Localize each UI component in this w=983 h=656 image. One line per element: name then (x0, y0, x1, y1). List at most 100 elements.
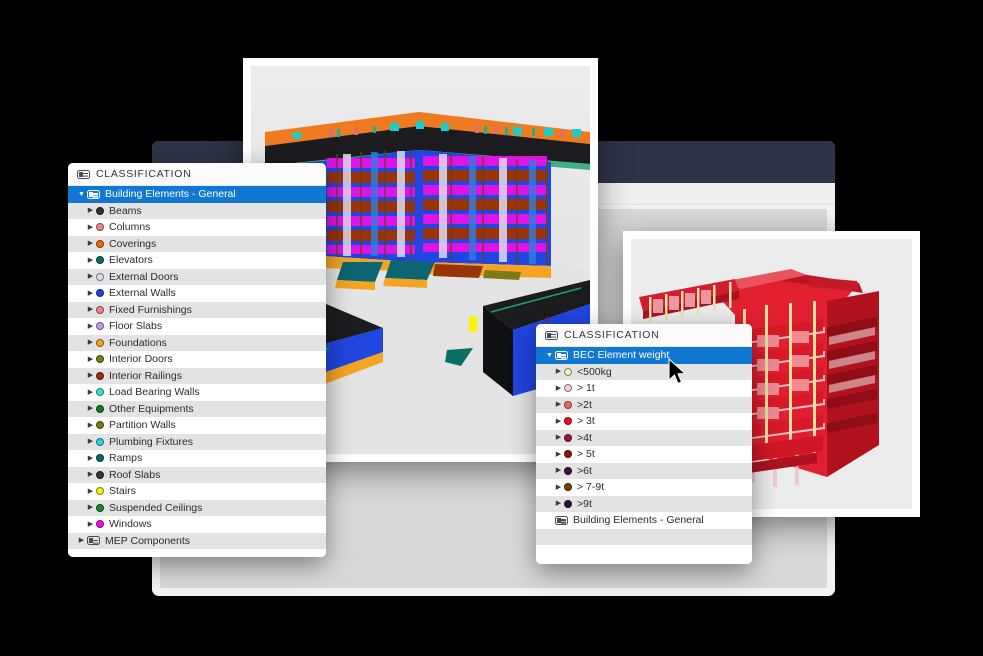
classification-row[interactable]: ▶ Windows (68, 516, 326, 533)
color-swatch-icon (564, 450, 572, 459)
twisty-right-icon[interactable]: ▶ (553, 451, 564, 458)
twisty-right-icon[interactable]: ▶ (85, 356, 96, 363)
color-swatch-icon (564, 483, 572, 492)
classification-row[interactable]: ▶ MEP Components (68, 532, 326, 549)
twisty-right-icon[interactable]: ▶ (553, 401, 564, 408)
twisty-right-icon[interactable]: ▶ (85, 339, 96, 346)
twisty-right-icon[interactable]: ▶ (85, 455, 96, 462)
twisty-right-icon[interactable]: ▶ (85, 471, 96, 478)
twisty-down-icon[interactable]: ▼ (544, 352, 555, 359)
classification-set-icon (77, 169, 90, 179)
color-swatch-icon (96, 520, 104, 529)
twisty-right-icon[interactable]: ▶ (85, 323, 96, 330)
classification-row[interactable]: ▶ Columns (68, 219, 326, 236)
twisty-right-icon[interactable]: ▶ (76, 537, 87, 544)
twisty-right-icon[interactable]: ▶ (85, 224, 96, 231)
panel-title: CLASSIFICATION (96, 168, 192, 180)
classification-row-label: External Doors (109, 270, 179, 283)
twisty-right-icon[interactable]: ▶ (85, 240, 96, 247)
twisty-right-icon[interactable]: ▶ (85, 521, 96, 528)
classification-row[interactable]: ▶ Partition Walls (68, 417, 326, 434)
classification-row-label: Interior Doors (109, 353, 173, 365)
twisty-right-icon[interactable]: ▶ (553, 484, 564, 491)
twisty-right-icon[interactable]: ▶ (85, 389, 96, 396)
classification-row[interactable]: ▶ > 5t (536, 446, 752, 463)
classification-row[interactable]: ▶ Interior Railings (68, 367, 326, 384)
classification-row[interactable]: ▶ <500kg (536, 363, 752, 380)
panel-header-left: CLASSIFICATION (68, 163, 326, 186)
classification-set-icon (545, 330, 558, 340)
color-swatch-icon (96, 256, 104, 265)
classification-row[interactable]: ▶ Other Equipments (68, 400, 326, 417)
panel-empty-area-left (68, 549, 326, 557)
classification-panel-right[interactable]: CLASSIFICATION ▼ BEC Element weight ▶ <500k… (536, 324, 752, 564)
twisty-down-icon[interactable]: ▼ (76, 191, 87, 198)
classification-row[interactable]: ▶Building Elements - General (536, 512, 752, 529)
classification-row-label: Columns (109, 221, 151, 233)
classification-row[interactable]: ▼ BEC Element weight (536, 347, 752, 364)
classification-row[interactable]: ▶ > 3t (536, 413, 752, 430)
classification-row-label: Partition Walls (109, 419, 176, 431)
classification-row[interactable]: ▶ >9t (536, 495, 752, 512)
classification-row[interactable]: ▶ >4t (536, 429, 752, 446)
classification-row[interactable]: ▶ Ramps (68, 450, 326, 467)
classification-row[interactable]: ▶ Foundations (68, 334, 326, 351)
empty-strip (536, 528, 752, 545)
twisty-right-icon[interactable]: ▶ (85, 273, 96, 280)
twisty-right-icon[interactable]: ▶ (85, 488, 96, 495)
classification-tree-left[interactable]: ▼ Building Elements - General ▶ Beams ▶ Colum… (68, 186, 326, 549)
classification-row[interactable]: ▶ Stairs (68, 483, 326, 500)
twisty-right-icon[interactable]: ▶ (553, 368, 564, 375)
twisty-right-icon[interactable]: ▶ (85, 207, 96, 214)
color-swatch-icon (564, 417, 572, 426)
classification-row-label: Other Equipments (109, 402, 194, 415)
classification-row-label: <500kg (577, 365, 612, 378)
twisty-right-icon[interactable]: ▶ (553, 434, 564, 441)
twisty-right-icon[interactable]: ▶ (553, 418, 564, 425)
classification-row[interactable]: ▼ Building Elements - General (68, 186, 326, 203)
classification-row[interactable]: ▶ Load Bearing Walls (68, 384, 326, 401)
classification-tree-right[interactable]: ▼ BEC Element weight ▶ <500kg ▶ > 1t ▶ >2t ▶ > 3t… (536, 347, 752, 529)
classification-row[interactable]: ▶ Floor Slabs (68, 318, 326, 335)
color-swatch-icon (96, 503, 104, 512)
color-swatch-icon (96, 322, 104, 331)
classification-row[interactable]: ▶ Interior Doors (68, 351, 326, 368)
color-swatch-icon (96, 388, 104, 397)
classification-row[interactable]: ▶ Fixed Furnishings (68, 301, 326, 318)
color-swatch-icon (96, 305, 104, 314)
classification-panel-left[interactable]: CLASSIFICATION ▼ Building Elements - Gene… (68, 163, 326, 557)
color-swatch-icon (96, 371, 104, 380)
classification-row-label: MEP Components (105, 534, 191, 547)
twisty-right-icon[interactable]: ▶ (553, 385, 564, 392)
color-swatch-icon (96, 338, 104, 347)
classification-row[interactable]: ▶ Plumbing Fixtures (68, 433, 326, 450)
classification-row[interactable]: ▶ > 1t (536, 380, 752, 397)
twisty-right-icon[interactable]: ▶ (85, 422, 96, 429)
classification-row[interactable]: ▶ Coverings (68, 235, 326, 252)
twisty-right-icon[interactable]: ▶ (85, 405, 96, 412)
twisty-right-icon[interactable]: ▶ (85, 306, 96, 313)
color-swatch-icon (96, 487, 104, 496)
classification-row-label: Stairs (109, 485, 136, 497)
classification-row[interactable]: ▶ Elevators (68, 252, 326, 269)
classification-row[interactable]: ▶ Suspended Ceilings (68, 499, 326, 516)
color-swatch-icon (96, 421, 104, 430)
panel-header-right: CLASSIFICATION (536, 324, 752, 347)
twisty-right-icon[interactable]: ▶ (85, 504, 96, 511)
classification-row[interactable]: ▶ Roof Slabs (68, 466, 326, 483)
classification-row[interactable]: ▶ > 7-9t (536, 479, 752, 496)
classification-row-label: Ramps (109, 452, 143, 464)
classification-row[interactable]: ▶ External Doors (68, 268, 326, 285)
classification-row[interactable]: ▶ >2t (536, 396, 752, 413)
twisty-right-icon[interactable]: ▶ (85, 372, 96, 379)
classification-row-label: BEC Element weight (573, 349, 670, 361)
twisty-right-icon[interactable]: ▶ (85, 290, 96, 297)
classification-row[interactable]: ▶ External Walls (68, 285, 326, 302)
twisty-right-icon[interactable]: ▶ (85, 257, 96, 264)
classification-row-label: External Walls (109, 287, 176, 299)
classification-row[interactable]: ▶ Beams (68, 202, 326, 219)
twisty-right-icon[interactable]: ▶ (85, 438, 96, 445)
classification-row[interactable]: ▶ >6t (536, 462, 752, 479)
twisty-right-icon[interactable]: ▶ (553, 467, 564, 474)
twisty-right-icon[interactable]: ▶ (553, 500, 564, 507)
